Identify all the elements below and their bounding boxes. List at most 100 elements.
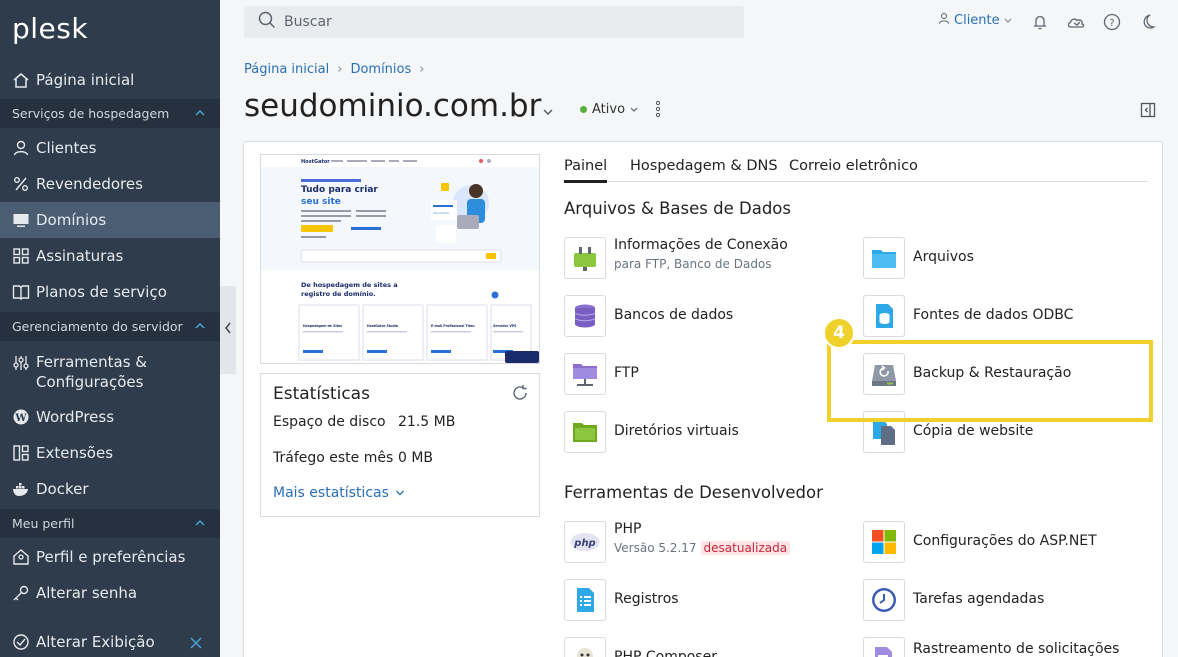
tool-databases[interactable]: Bancos de dados [564,295,733,337]
tool-label: Arquivos [913,249,974,265]
tool-label: Bancos de dados [614,307,734,323]
preview-headline-2: seu site [301,197,341,207]
breadcrumb-home[interactable]: Página inicial [244,62,329,77]
section-dev-title: Ferramentas de Desenvolvedor [564,483,823,502]
status-badge[interactable]: Ativo [580,102,638,117]
more-stats-link[interactable]: Mais estatísticas [273,485,405,501]
preview-sub-headline-1: De hospedagem de sites a [301,281,398,289]
statistics-panel: Estatísticas Espaço de disco 21.5 MB Trá… [260,373,540,517]
preview-sub-headline-2: registro de domínio. [301,290,376,298]
folder-icon [863,237,905,279]
tool-label: PHP [614,521,642,537]
label-line-1: Ferramentas & [36,353,147,371]
sidebar-item-resellers[interactable]: Revendedores [0,166,220,202]
tool-label: Registros [614,591,679,607]
tool-php[interactable]: php PHP Versão 5.2.17 desatualizada [564,521,791,563]
sidebar-item-extensions[interactable]: Extensões [0,435,220,471]
breadcrumb: Página inicial › Domínios › [244,62,424,77]
sidebar-item-clients[interactable]: Clientes [0,130,220,166]
monitor-icon [12,211,30,229]
wordpress-icon: W [12,408,30,426]
sidebar-item-change-view[interactable]: Alterar Exibição [0,624,220,657]
sidebar-section-profile[interactable]: Meu perfil [0,509,220,538]
sidebar-item-service-plans[interactable]: Planos de serviço [0,274,220,310]
eye-icon [12,633,30,651]
tab-email[interactable]: Correio eletrônico [789,158,918,180]
sidebar-item-label: Clientes [36,139,97,157]
tool-connection-info[interactable]: Informações de Conexão para FTP, Banco d… [564,237,788,279]
sidebar-item-label: Ferramentas & Configurações [36,352,147,392]
tool-request-tracking[interactable]: Rastreamento de solicitações [863,637,1119,657]
side-panel-toggle-icon[interactable] [1140,102,1156,122]
status-dot [580,106,587,113]
user-menu[interactable]: Cliente [938,12,1012,28]
highlight-box [827,340,1153,422]
sidebar-item-label: Perfil e preferências [36,548,186,566]
tool-sublabel: Versão 5.2.17 [614,541,697,555]
notifications-icon[interactable] [1030,12,1050,32]
tool-sublabel: para FTP, Banco de Dados [614,257,772,271]
chevron-down-icon [395,485,405,501]
cloud-icon[interactable] [1066,12,1086,32]
label-line-2: Configurações [36,373,144,391]
section-label: Meu perfil [12,516,75,531]
sidebar-section-server[interactable]: Gerenciamento do servidor [0,312,220,341]
sidebar-item-profile-prefs[interactable]: Perfil e preferências [0,539,220,575]
composer-icon [564,637,606,657]
extensions-icon [12,444,30,462]
clock-icon [863,579,905,621]
more-actions-icon[interactable] [654,100,662,122]
tool-ftp[interactable]: FTP [564,353,639,395]
sidebar-item-home[interactable]: Página inicial [0,62,220,98]
sidebar-section-hosting[interactable]: Serviços de hospedagem [0,99,220,128]
ftp-folder-icon [564,353,606,395]
search-input[interactable]: Buscar [244,6,744,38]
svg-text:php: php [573,538,595,549]
tool-label: Rastreamento de solicitações [913,641,1120,657]
disk-usage-value: 21.5 MB [398,414,456,430]
tool-virtual-directories[interactable]: Diretórios virtuais [564,411,739,453]
chevron-up-icon [194,517,206,532]
sidebar-item-tools-settings[interactable]: Ferramentas & Configurações [0,346,220,398]
breadcrumb-domains[interactable]: Domínios [350,62,411,77]
refresh-icon[interactable] [511,384,529,406]
help-icon[interactable]: ? [1102,12,1122,32]
tab-panel[interactable]: Painel [564,158,608,183]
tool-odbc[interactable]: Fontes de dados ODBC [863,295,1073,337]
percent-icon [12,175,30,193]
tracking-icon [863,637,905,657]
tool-php-composer[interactable]: PHP Composer [564,637,717,657]
close-icon[interactable] [190,635,202,653]
sidebar-item-domains[interactable]: Domínios [0,202,220,238]
sidebar-item-change-password[interactable]: Alterar senha [0,575,220,611]
sidebar-collapse-toggle[interactable] [220,286,236,374]
user-icon [12,139,30,157]
sidebar-item-label: Planos de serviço [36,283,167,301]
section-label: Serviços de hospedagem [12,106,170,121]
windows-icon [863,521,905,563]
dark-mode-icon[interactable] [1138,12,1158,32]
sidebar-item-label: Docker [36,480,89,498]
tool-aspnet-settings[interactable]: Configurações do ASP.NET [863,521,1097,563]
sidebar-item-docker[interactable]: Docker [0,471,220,507]
preview-headline-1: Tudo para criar [301,185,378,195]
tool-logs[interactable]: Registros [564,579,679,621]
sidebar-item-wordpress[interactable]: W WordPress [0,399,220,435]
website-preview[interactable]: HostGator Tudo para criar seu site De ho… [260,154,540,364]
tool-files[interactable]: Arquivos [863,237,974,279]
user-icon [938,12,950,28]
search-icon [258,11,284,33]
key-icon [12,584,30,602]
tool-label: Fontes de dados ODBC [913,307,1074,323]
chevron-up-icon [194,320,206,335]
sidebar-item-label: Alterar Exibição [36,633,155,651]
tool-scheduled-tasks[interactable]: Tarefas agendadas [863,579,1044,621]
docker-icon [12,480,30,498]
page-title: seudominio.com.br [244,88,542,124]
domain-switcher-chevron-icon[interactable] [542,102,554,121]
sidebar-item-subscriptions[interactable]: Assinaturas [0,238,220,274]
chevron-down-icon [1004,13,1012,28]
home-icon [12,71,30,89]
plesk-logo[interactable]: plesk [12,12,88,45]
tab-hosting-dns[interactable]: Hospedagem & DNS [630,158,778,180]
